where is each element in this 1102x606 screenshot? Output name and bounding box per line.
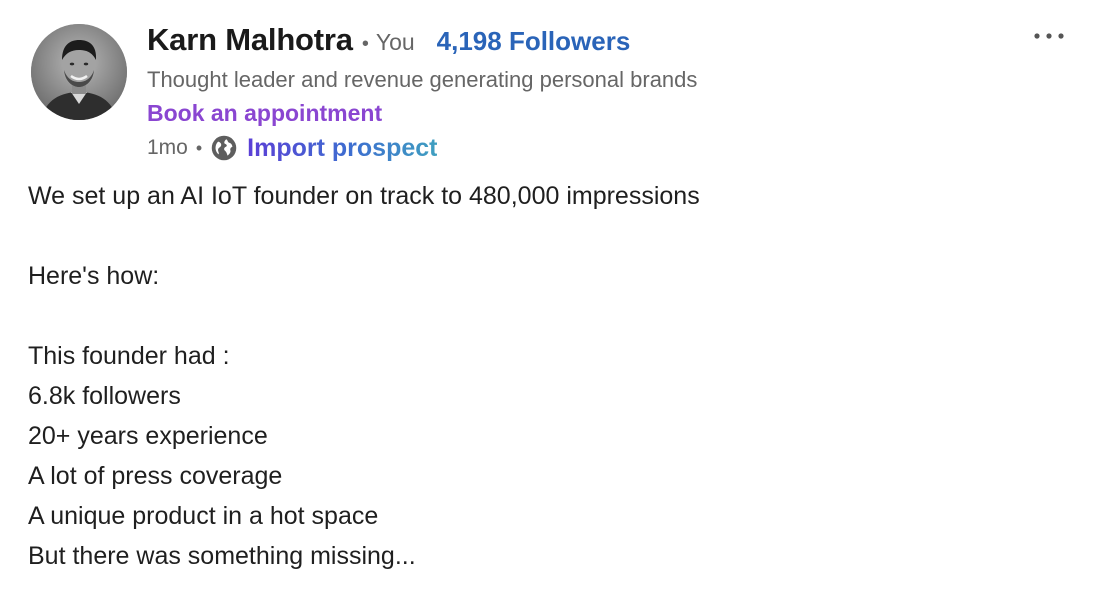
author-name[interactable]: Karn Malhotra: [147, 22, 353, 58]
import-prospect-link[interactable]: Import prospect: [247, 134, 437, 163]
feed-post: Karn Malhotra • You 4,198 Followers Thou…: [0, 0, 1102, 606]
more-options-button[interactable]: [1026, 22, 1072, 52]
post-line: Here's how:: [28, 262, 160, 290]
post-line: We set up an AI IoT founder on track to …: [28, 182, 700, 210]
followers-link[interactable]: 4,198 Followers: [437, 26, 631, 57]
separator-dot: •: [195, 137, 203, 158]
post-blank-line: [28, 216, 1068, 256]
post-meta: 1mo • Import prospect: [147, 132, 982, 164]
post-line: A lot of press coverage: [28, 462, 283, 490]
post-timestamp: 1mo: [147, 136, 188, 159]
post-blank-line: [28, 296, 1068, 336]
globe-icon: [210, 134, 238, 162]
post-line: 20+ years experience: [28, 422, 268, 450]
author-headline: Thought leader and revenue generating pe…: [147, 67, 698, 92]
post-line: 6.8k followers: [28, 382, 181, 410]
author-info: Karn Malhotra • You 4,198 Followers Thou…: [147, 22, 982, 164]
you-label: You: [375, 29, 415, 55]
post-line: This founder had :: [28, 342, 230, 370]
author-name-row: Karn Malhotra • You 4,198 Followers: [147, 22, 982, 62]
separator-dot: •: [361, 33, 369, 55]
book-appointment-link[interactable]: Book an appointment: [147, 97, 382, 129]
avatar[interactable]: [31, 24, 127, 120]
more-horizontal-icon: [1032, 28, 1066, 46]
post-line: But there was something missing...: [28, 542, 416, 570]
post-line: A unique product in a hot space: [28, 502, 379, 530]
post-text: We set up an AI IoT founder on track to …: [28, 176, 1068, 576]
